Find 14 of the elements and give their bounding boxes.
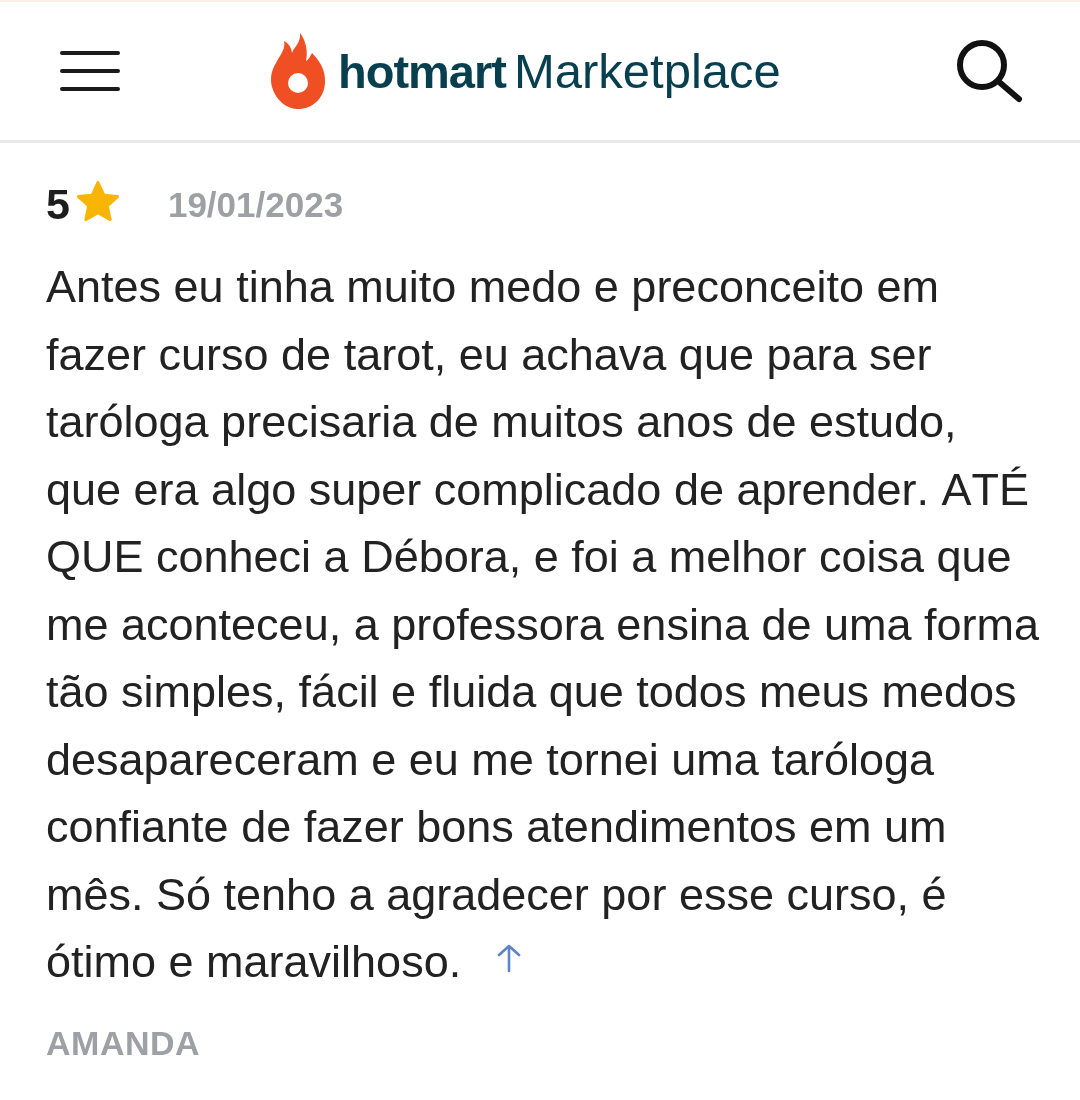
brand-name: hotmart [338,47,506,95]
search-icon [956,39,1024,103]
star-icon [75,181,120,223]
rating-value: 5 [46,182,70,226]
menu-icon [60,51,120,91]
review-date: 19/01/2023 [167,186,344,222]
arrow-up-icon [497,943,522,973]
review-text: Antes eu tinha muito medo e preconceito em fazer curso de tarot, eu achava que para ser taróloga precisaria de muitos anos de estudo, que era algo super complicado de aprender. ATÉ QUE conheci a Débora, e foi a melhor coisa que me aconteceu, a professora ensina de uma forma tão simples, fácil e fluida que todos meus medos desapareceram e eu me tornei uma taróloga confiante de fazer bons atendimentos em um mês. Só tenho a agradecer por esse curso, é ótimo e maravilhoso. [46,260,1041,989]
author-name: AMANDA [46,1022,201,1063]
arrow-up-button[interactable] [497,943,522,973]
search-button[interactable] [956,39,1024,103]
product-name: Marketplace [513,46,781,96]
flame-logo-icon [270,33,326,109]
menu-button[interactable] [60,51,120,91]
